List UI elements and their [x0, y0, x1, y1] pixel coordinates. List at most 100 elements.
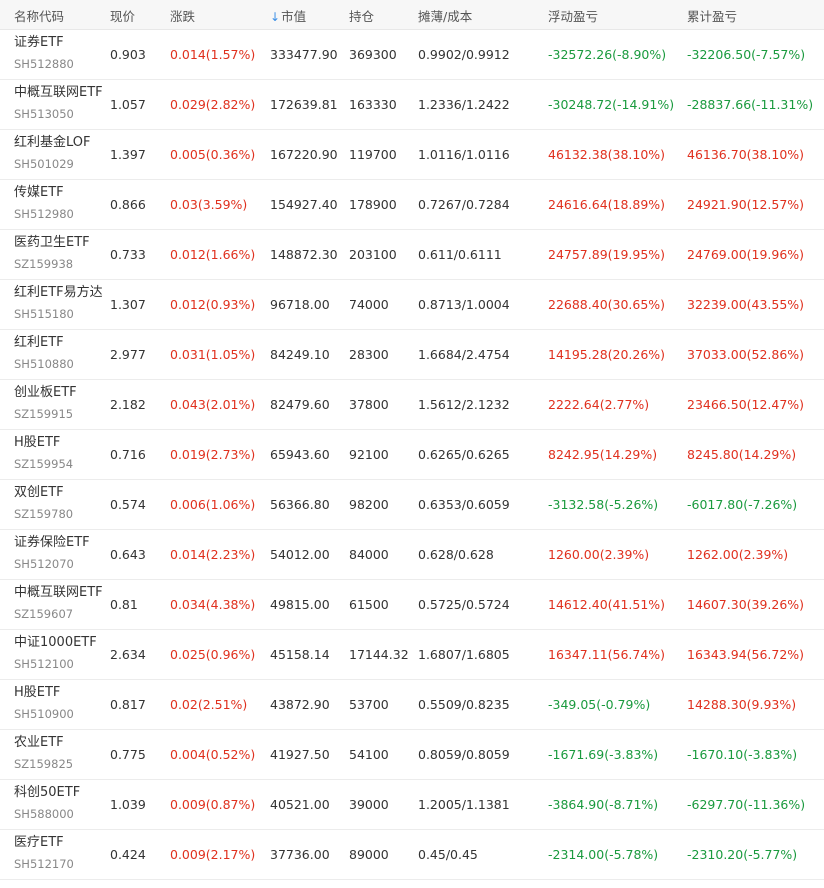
cost-cell: 1.6684/2.4754 — [418, 347, 510, 362]
market-value-cell: 45158.14 — [270, 647, 330, 662]
price-cell: 0.866 — [110, 197, 146, 212]
float-pl-cell: -32572.26(-8.90%) — [548, 47, 667, 62]
security-code: SH512100 — [14, 657, 74, 671]
price-cell: 0.716 — [110, 447, 146, 462]
security-name: 医药卫生ETF — [14, 235, 90, 250]
change-cell: 0.02(2.51%) — [170, 697, 248, 712]
cost-cell: 0.628/0.628 — [418, 547, 494, 562]
market-value-cell: 54012.00 — [270, 547, 330, 562]
position-cell: 92100 — [349, 447, 389, 462]
table-row[interactable]: 传媒ETF SH512980 0.866 0.03(3.59%) 154927.40 17… — [0, 180, 824, 230]
security-name: 创业板ETF — [14, 385, 77, 400]
table-row[interactable]: 红利ETF SH510880 2.977 0.031(1.05%) 84249.10 28… — [0, 330, 824, 380]
security-name: 红利ETF — [14, 335, 64, 350]
price-cell: 2.182 — [110, 397, 146, 412]
float-pl-cell: -3132.58(-5.26%) — [548, 497, 659, 512]
total-pl-cell: -1670.10(-3.83%) — [687, 747, 798, 762]
total-pl-cell: -28837.66(-11.31%) — [687, 97, 814, 112]
total-pl-cell: -32206.50(-7.57%) — [687, 47, 806, 62]
security-name-cell: 创业板ETF SZ159915 — [0, 380, 110, 429]
column-header-market-value[interactable]: ↓市值 — [270, 0, 349, 25]
table-row[interactable]: 医药卫生ETF SZ159938 0.733 0.012(1.66%) 148872.3… — [0, 230, 824, 280]
security-name-cell: 传媒ETF SH512980 — [0, 180, 110, 229]
position-cell: 39000 — [349, 797, 389, 812]
table-row[interactable]: 红利ETF易方达 SH515180 1.307 0.012(0.93%) 96718.0… — [0, 280, 824, 330]
total-pl-cell: 14288.30(9.93%) — [687, 697, 797, 712]
price-cell: 0.903 — [110, 47, 146, 62]
table-row[interactable]: 医疗ETF SH512170 0.424 0.009(2.17%) 37736.00 89… — [0, 830, 824, 880]
table-row[interactable]: 证券保险ETF SH512070 0.643 0.014(2.23%) 54012.00… — [0, 530, 824, 580]
float-pl-cell: -30248.72(-14.91%) — [548, 97, 675, 112]
table-row[interactable]: 红利基金LOF SH501029 1.397 0.005(0.36%) 167220.9… — [0, 130, 824, 180]
security-name: 证券ETF — [14, 35, 64, 50]
column-header-change[interactable]: 涨跌 — [170, 0, 270, 25]
table-body: 证券ETF SH512880 0.903 0.014(1.57%) 333477.90 3… — [0, 30, 824, 880]
security-name-cell: H股ETF SZ159954 — [0, 430, 110, 479]
change-cell: 0.025(0.96%) — [170, 647, 256, 662]
column-header-total-pl[interactable]: 累计盈亏 — [687, 0, 824, 25]
column-header-price[interactable]: 现价 — [110, 0, 170, 25]
position-cell: 84000 — [349, 547, 389, 562]
market-value-cell: 154927.40 — [270, 197, 338, 212]
table-row[interactable]: 科创50ETF SH588000 1.039 0.009(0.87%) 40521.00… — [0, 780, 824, 830]
cost-cell: 1.2005/1.1381 — [418, 797, 510, 812]
change-cell: 0.009(0.87%) — [170, 797, 256, 812]
table-row[interactable]: 农业ETF SZ159825 0.775 0.004(0.52%) 41927.50 54… — [0, 730, 824, 780]
security-name-cell: 红利ETF易方达 SH515180 — [0, 280, 110, 329]
cost-cell: 0.7267/0.7284 — [418, 197, 510, 212]
table-row[interactable]: 证券ETF SH512880 0.903 0.014(1.57%) 333477.90 3… — [0, 30, 824, 80]
price-cell: 0.643 — [110, 547, 146, 562]
position-cell: 203100 — [349, 247, 397, 262]
change-cell: 0.005(0.36%) — [170, 147, 256, 162]
float-pl-cell: 2222.64(2.77%) — [548, 397, 650, 412]
market-value-cell: 37736.00 — [270, 847, 330, 862]
cost-cell: 0.6353/0.6059 — [418, 497, 510, 512]
table-row[interactable]: 中证1000ETF SH512100 2.634 0.025(0.96%) 45158.… — [0, 630, 824, 680]
table-row[interactable]: 创业板ETF SZ159915 2.182 0.043(2.01%) 82479.60 3… — [0, 380, 824, 430]
total-pl-cell: -2310.20(-5.77%) — [687, 847, 798, 862]
security-name: 中概互联网ETF — [14, 85, 103, 100]
table-row[interactable]: 中概互联网ETF SZ159607 0.81 0.034(4.38%) 49815.00… — [0, 580, 824, 630]
security-code: SZ159954 — [14, 457, 74, 471]
security-code: SZ159825 — [14, 757, 74, 771]
total-pl-cell: 32239.00(43.55%) — [687, 297, 805, 312]
total-pl-cell: 14607.30(39.26%) — [687, 597, 805, 612]
total-pl-cell: 23466.50(12.47%) — [687, 397, 805, 412]
column-header-name[interactable]: 名称代码 — [0, 0, 110, 25]
table-row[interactable]: H股ETF SZ159954 0.716 0.019(2.73%) 65943.60 92… — [0, 430, 824, 480]
column-header-cost[interactable]: 摊薄/成本 — [418, 0, 548, 25]
price-cell: 1.397 — [110, 147, 146, 162]
change-cell: 0.009(2.17%) — [170, 847, 256, 862]
position-cell: 98200 — [349, 497, 389, 512]
security-code: SZ159607 — [14, 607, 74, 621]
change-cell: 0.043(2.01%) — [170, 397, 256, 412]
position-cell: 28300 — [349, 347, 389, 362]
security-name: 红利ETF易方达 — [14, 285, 103, 300]
float-pl-cell: 16347.11(56.74%) — [548, 647, 666, 662]
cost-cell: 0.5725/0.5724 — [418, 597, 510, 612]
cost-cell: 1.2336/1.2422 — [418, 97, 510, 112]
cost-cell: 1.0116/1.0116 — [418, 147, 510, 162]
total-pl-cell: 24769.00(19.96%) — [687, 247, 805, 262]
security-name: H股ETF — [14, 685, 61, 700]
market-value-cell: 167220.90 — [270, 147, 338, 162]
cost-cell: 0.8059/0.8059 — [418, 747, 510, 762]
change-cell: 0.03(3.59%) — [170, 197, 248, 212]
column-header-position[interactable]: 持仓 — [349, 0, 418, 25]
total-pl-cell: 37033.00(52.86%) — [687, 347, 805, 362]
market-value-cell: 148872.30 — [270, 247, 338, 262]
column-header-float-pl[interactable]: 浮动盈亏 — [548, 0, 687, 25]
table-row[interactable]: 双创ETF SZ159780 0.574 0.006(1.06%) 56366.80 98… — [0, 480, 824, 530]
change-cell: 0.012(0.93%) — [170, 297, 256, 312]
table-row[interactable]: 中概互联网ETF SH513050 1.057 0.029(2.82%) 172639.… — [0, 80, 824, 130]
security-name-cell: 红利基金LOF SH501029 — [0, 130, 110, 179]
total-pl-cell: 46136.70(38.10%) — [687, 147, 805, 162]
change-cell: 0.019(2.73%) — [170, 447, 256, 462]
float-pl-cell: 8242.95(14.29%) — [548, 447, 658, 462]
cost-cell: 0.611/0.6111 — [418, 247, 502, 262]
table-row[interactable]: H股ETF SH510900 0.817 0.02(2.51%) 43872.90 537… — [0, 680, 824, 730]
price-cell: 0.733 — [110, 247, 146, 262]
total-pl-cell: -6297.70(-11.36%) — [687, 797, 806, 812]
security-name: 传媒ETF — [14, 185, 64, 200]
market-value-cell: 49815.00 — [270, 597, 330, 612]
